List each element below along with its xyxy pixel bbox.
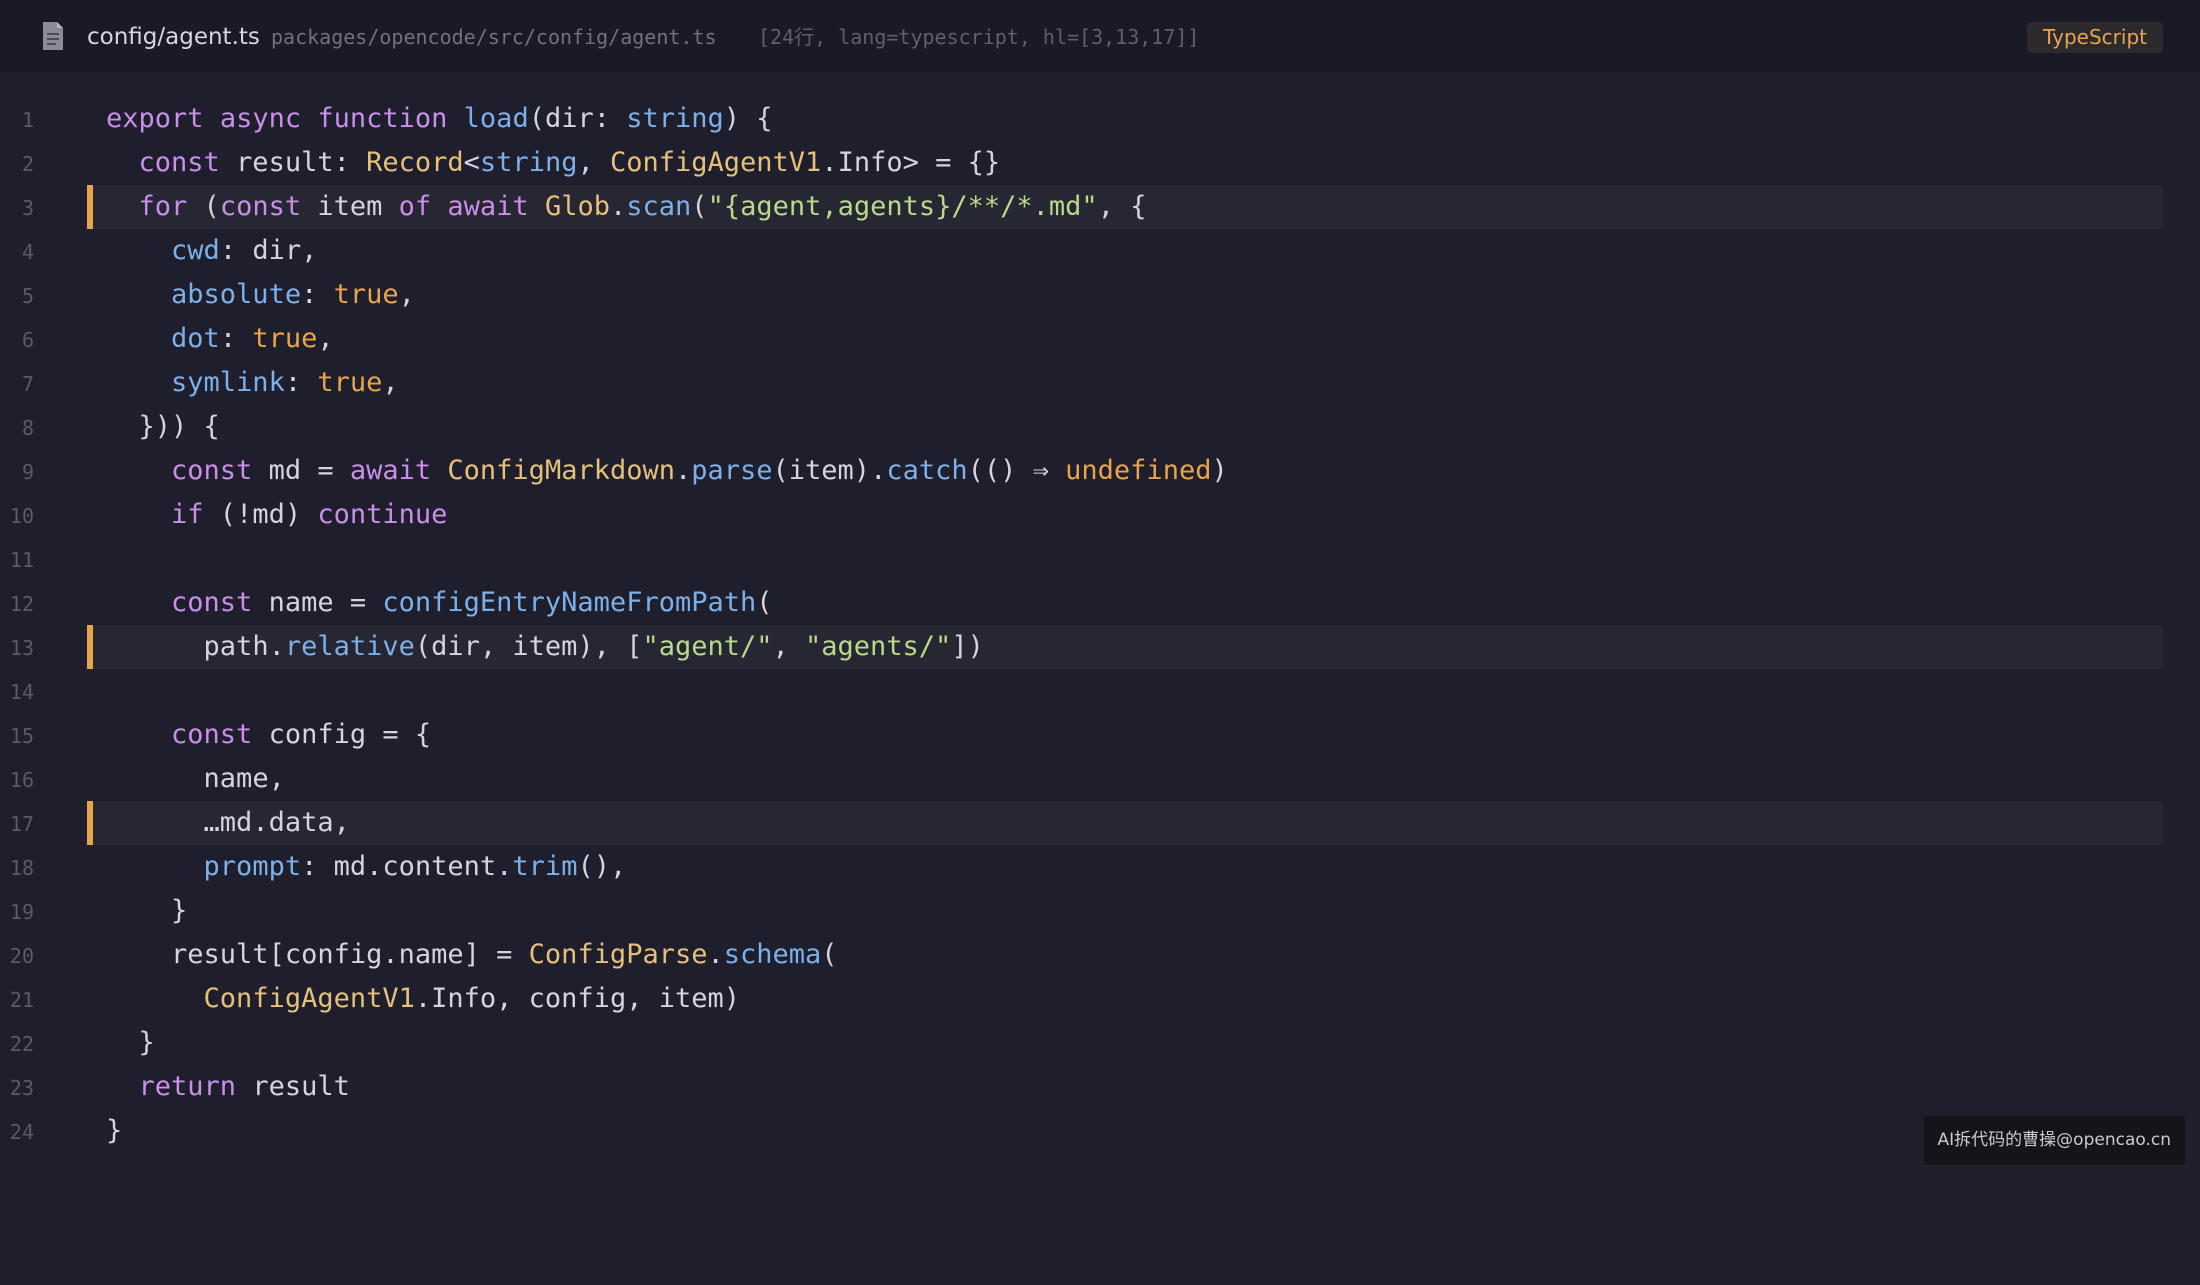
line-number: 13 — [9, 636, 34, 660]
file-name: config/agent.ts — [87, 24, 260, 50]
line-number: 23 — [9, 1076, 34, 1100]
code-text: name, — [203, 763, 285, 794]
line-number: 11 — [9, 548, 34, 572]
code-line-highlighted: 13 path.relative(dir, item), ["agent/", … — [0, 625, 2200, 669]
code-text: …md.data, — [203, 807, 350, 838]
code-line: 6 dot: true, — [0, 317, 2200, 361]
file-path: packages/opencode/src/config/agent.ts — [271, 25, 717, 49]
code-text: } — [138, 1027, 155, 1058]
code-text: } — [171, 895, 188, 926]
code-line-highlighted: 3 for (const item of await Glob.scan("{a… — [0, 185, 2200, 229]
line-number: 24 — [9, 1120, 34, 1144]
code-text: const md = await ConfigMarkdown.parse(it… — [171, 455, 1228, 486]
line-number: 9 — [21, 460, 34, 484]
watermark: AI拆代码的曹操@opencao.cn — [1923, 1116, 2185, 1165]
line-number: 17 — [9, 812, 34, 836]
code-line: 14 — [0, 669, 2200, 713]
file-header: config/agent.ts packages/opencode/src/co… — [0, 0, 2200, 74]
code-text: return result — [138, 1071, 350, 1102]
code-line: 1 export async function load(dir: string… — [0, 97, 2200, 141]
code-text: } — [106, 1115, 123, 1146]
line-number: 6 — [21, 328, 34, 352]
code-text: const config = { — [171, 719, 432, 750]
code-line: 20 result[config.name] = ConfigParse.sch… — [0, 933, 2200, 977]
code-line: 19 } — [0, 889, 2200, 933]
line-number: 8 — [21, 416, 34, 440]
line-number: 10 — [9, 504, 34, 528]
line-number: 21 — [9, 988, 34, 1012]
line-number: 14 — [9, 680, 34, 704]
code-text: symlink: true, — [171, 367, 399, 398]
code-text: export async function load(dir: string) … — [106, 103, 773, 134]
code-text: const name = configEntryNameFromPath( — [171, 587, 773, 618]
code-line: 21 ConfigAgentV1.Info, config, item) — [0, 977, 2200, 1021]
line-number: 5 — [21, 284, 34, 308]
line-number: 7 — [21, 372, 34, 396]
code-line: 16 name, — [0, 757, 2200, 801]
code-line: 18 prompt: md.content.trim(), — [0, 845, 2200, 889]
line-number: 19 — [9, 900, 34, 924]
line-number: 4 — [21, 240, 34, 264]
code-text: path.relative(dir, item), ["agent/", "ag… — [203, 631, 984, 662]
code-line: 11 — [0, 537, 2200, 581]
line-number: 12 — [9, 592, 34, 616]
line-number: 20 — [9, 944, 34, 968]
code-line: 9 const md = await ConfigMarkdown.parse(… — [0, 449, 2200, 493]
code-line: 22 } — [0, 1021, 2200, 1065]
language-badge: TypeScript — [2027, 22, 2163, 53]
code-text: for (const item of await Glob.scan("{age… — [138, 191, 1147, 222]
line-number: 16 — [9, 768, 34, 792]
code-line: 5 absolute: true, — [0, 273, 2200, 317]
file-meta: [24行, lang=typescript, hl=[3,13,17]] — [758, 25, 1200, 49]
line-number: 18 — [9, 856, 34, 880]
code-text: })) { — [138, 411, 220, 442]
code-line: 4 cwd: dir, — [0, 229, 2200, 273]
line-number: 15 — [9, 724, 34, 748]
code-line: 23 return result — [0, 1065, 2200, 1109]
code-text: dot: true, — [171, 323, 334, 354]
code-line: 15 const config = { — [0, 713, 2200, 757]
code-view: 1 export async function load(dir: string… — [0, 97, 2200, 1153]
code-line: 24 } — [0, 1109, 2200, 1153]
code-text: const result: Record<string, ConfigAgent… — [138, 147, 1001, 178]
document-icon — [43, 22, 63, 50]
code-line: 12 const name = configEntryNameFromPath( — [0, 581, 2200, 625]
code-line: 7 symlink: true, — [0, 361, 2200, 405]
code-text: ConfigAgentV1.Info, config, item) — [203, 983, 740, 1014]
code-text: cwd: dir, — [171, 235, 318, 266]
line-number: 2 — [21, 152, 34, 176]
code-line-highlighted: 17 …md.data, — [0, 801, 2200, 845]
code-text: if (!md) continue — [171, 499, 448, 530]
code-line: 10 if (!md) continue — [0, 493, 2200, 537]
line-number: 1 — [21, 108, 34, 132]
code-line: 2 const result: Record<string, ConfigAge… — [0, 141, 2200, 185]
line-number: 22 — [9, 1032, 34, 1056]
code-text: absolute: true, — [171, 279, 415, 310]
code-text: result[config.name] = ConfigParse.schema… — [171, 939, 838, 970]
code-line: 8 })) { — [0, 405, 2200, 449]
line-number: 3 — [21, 196, 34, 220]
code-text: prompt: md.content.trim(), — [203, 851, 627, 882]
